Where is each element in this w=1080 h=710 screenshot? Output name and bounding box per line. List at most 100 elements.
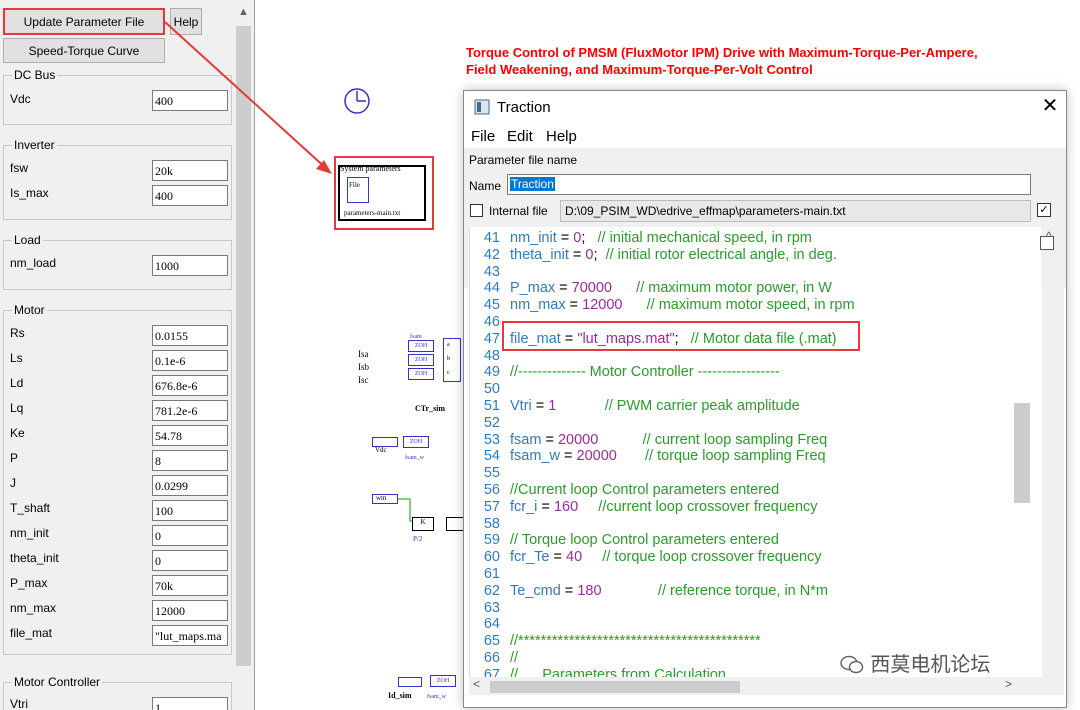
transform-block[interactable]: a b c <box>443 338 461 382</box>
zoh-block-b[interactable]: ZOH <box>408 354 434 366</box>
code-token-cmt: // Torque loop Control parameters entere… <box>510 532 779 549</box>
zoh-block-c[interactable]: ZOH <box>408 368 434 380</box>
id-port[interactable] <box>398 677 422 687</box>
menu-edit[interactable]: Edit <box>507 128 533 145</box>
code-text: // <box>510 650 518 666</box>
parameter-file-dialog: Traction ✕ File Edit Help Parameter file… <box>463 90 1067 708</box>
zoh-block-id[interactable]: ZOH <box>430 675 456 687</box>
code-token-op <box>617 448 645 464</box>
line-number: 53 <box>483 431 500 448</box>
code-token-num: 12000 <box>582 297 623 314</box>
isb-label: Isb <box>358 362 369 372</box>
code-token-op: ; <box>581 230 598 246</box>
editor-hscroll-thumb[interactable] <box>490 681 740 693</box>
vdc-port-label: Vdc <box>375 446 387 454</box>
line-number: 64 <box>483 616 500 633</box>
code-token-op <box>622 297 646 313</box>
scroll-right-icon[interactable]: > <box>1005 677 1012 691</box>
line-number: 61 <box>483 566 500 582</box>
code-token-op: = <box>560 582 578 599</box>
code-text: fcr_i = 160 //current loop crossover fre… <box>510 499 818 515</box>
code-token-op: = <box>541 431 558 448</box>
fsam-w-label-2: fsam_w <box>427 694 446 700</box>
code-token-num: 180 <box>577 582 602 599</box>
code-token-op: = <box>565 297 583 314</box>
line-number: 41 <box>483 230 500 246</box>
code-token-cmt: // maximum motor speed, in rpm <box>646 297 855 314</box>
path-checkbox[interactable]: ✓ <box>1037 203 1051 217</box>
file-path-field[interactable]: D:\09_PSIM_WD\edrive_effmap\parameters-m… <box>560 200 1031 222</box>
code-token-var: theta_init <box>510 246 569 263</box>
internal-file-label: Internal file <box>489 204 548 218</box>
code-token-var: nm_max <box>510 297 566 314</box>
code-token-op: = <box>537 498 554 515</box>
code-token-op: = <box>559 448 577 465</box>
zoh-block-a[interactable]: ZOH <box>408 340 434 352</box>
code-token-var: fcr_i <box>510 498 538 515</box>
code-token-cmt: // <box>510 650 519 666</box>
dialog-title: Traction <box>497 99 551 116</box>
k-gain-label: K <box>420 518 426 526</box>
code-token-op <box>582 549 602 565</box>
code-token-op <box>602 583 658 599</box>
line-number: 49 <box>483 364 500 381</box>
code-token-cmt: //current loop crossover frequency <box>598 498 818 515</box>
code-token-var: Te_cmd <box>510 582 561 599</box>
line-number: 48 <box>483 347 500 364</box>
code-token-num: 160 <box>553 498 579 515</box>
file-path-value: D:\09_PSIM_WD\edrive_effmap\parameters-m… <box>565 204 846 218</box>
menu-file[interactable]: File <box>471 128 495 145</box>
code-text: nm_max = 12000 // maximum motor speed, i… <box>510 297 855 313</box>
editor-vscroll-thumb[interactable] <box>1014 403 1030 503</box>
code-token-cmt: // torque loop crossover frequency <box>602 549 822 566</box>
port-c-label: c <box>447 370 450 376</box>
code-token-op: ; <box>593 246 606 263</box>
editor-vscrollbar[interactable]: ^ <box>1040 227 1064 677</box>
code-text: fsam_w = 20000 // torque loop sampling F… <box>510 448 826 464</box>
isc-label: Isc <box>358 375 369 385</box>
code-text: P_max = 70000 // maximum motor power, in… <box>510 280 832 296</box>
name-input[interactable]: Traction <box>507 174 1031 195</box>
line-number: 60 <box>483 549 500 566</box>
code-token-var: fcr_Te <box>510 549 550 566</box>
close-icon[interactable]: ✕ <box>1038 95 1062 119</box>
integrator-block[interactable] <box>446 517 464 531</box>
code-token-var: fsam <box>510 431 542 448</box>
line-number: 52 <box>483 414 500 431</box>
k-gain-block[interactable]: K <box>412 517 434 531</box>
file-mat-highlight-box <box>502 321 860 351</box>
code-text: Te_cmd = 180 // reference torque, in N*m <box>510 583 828 599</box>
line-number: 46 <box>483 314 500 330</box>
scroll-left-icon[interactable]: < <box>473 677 480 691</box>
code-token-cmt: // initial mechanical speed, in rpm <box>597 230 812 246</box>
side-checkbox[interactable] <box>1040 236 1054 250</box>
line-number: 57 <box>483 498 500 515</box>
line-number: 42 <box>483 246 500 263</box>
code-text: theta_init = 0; // initial rotor electri… <box>510 247 837 263</box>
fsam-w-label: fsam_w <box>405 455 424 461</box>
menubar: File Edit Help <box>464 124 1066 148</box>
code-token-op <box>556 398 604 414</box>
internal-file-checkbox[interactable] <box>470 204 483 217</box>
code-editor[interactable]: 41 nm_init = 0; // initial mechanical spe… <box>469 227 1041 677</box>
code-token-num: 70000 <box>571 280 612 297</box>
code-token-cmt: //**************************************… <box>510 633 761 650</box>
port-b-label: b <box>447 356 450 362</box>
isa-label: Isa <box>358 349 369 359</box>
dialog-titlebar[interactable]: Traction ✕ <box>464 91 1066 123</box>
line-number: 54 <box>483 448 500 465</box>
p2-label: P/2 <box>413 535 423 543</box>
code-text: //-------------- Motor Controller ------… <box>510 364 780 380</box>
wm-port[interactable]: wm <box>372 494 398 504</box>
code-token-cmt: // maximum motor power, in W <box>636 280 832 297</box>
code-text: // Parameters from Calculation <box>510 667 726 677</box>
code-token-cmt: // torque loop sampling Freq <box>645 448 826 465</box>
code-token-num: 40 <box>566 549 583 566</box>
code-token-var: nm_init <box>510 230 557 246</box>
zoh-block-vdc[interactable]: ZOH <box>403 436 429 448</box>
port-a-label: a <box>447 342 450 348</box>
code-token-op <box>598 432 642 448</box>
menu-help[interactable]: Help <box>546 128 577 145</box>
code-text: //**************************************… <box>510 633 761 649</box>
code-text: nm_init = 0; // initial mechanical speed… <box>510 230 812 246</box>
